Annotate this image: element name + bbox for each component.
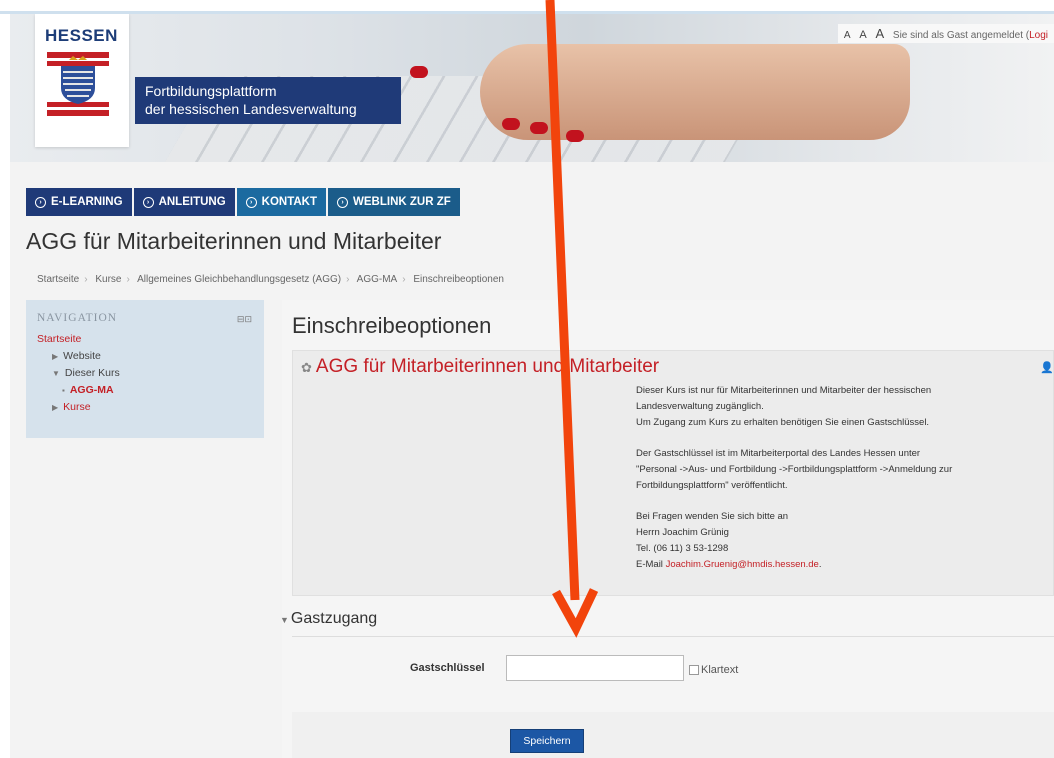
user-bar: A A A Sie sind als Gast angemeldet (Logi [837, 24, 1054, 43]
block-controls-icon[interactable]: ⊟⊡ [237, 314, 252, 325]
nav-anleitung[interactable]: › ANLEITUNG [133, 188, 235, 216]
divider [292, 636, 1054, 637]
save-button[interactable]: Speichern [510, 729, 584, 753]
plaintext-checkbox[interactable]: Klartext [689, 664, 738, 676]
plaintext-label: Klartext [701, 664, 739, 676]
navigation-title: NAVIGATION [37, 312, 118, 324]
chevron-right-icon: › [337, 196, 349, 208]
nav-item-course[interactable]: ▪ AGG-MA [37, 384, 253, 396]
guest-access-section[interactable]: ▼ Gastzugang [280, 610, 377, 628]
fingernail [530, 122, 548, 134]
font-size-large[interactable]: A [875, 26, 884, 41]
main-navigation: › E-LEARNING › ANLEITUNG › KONTAKT › WEBLINK… [26, 188, 460, 216]
fingernail [502, 118, 520, 130]
page-title: AGG für Mitarbeiterinnen und Mitarbeiter [26, 228, 442, 254]
triangle-right-icon: ▶ [52, 352, 59, 361]
collapse-icon: ▼ [280, 615, 289, 625]
nav-kontakt[interactable]: › KONTAKT [236, 188, 327, 216]
guest-access-icon: 👤 [1040, 362, 1054, 374]
breadcrumb-current: Einschreibeoptionen [413, 274, 504, 285]
font-size-medium[interactable]: A [859, 29, 866, 41]
guest-key-input[interactable] [506, 655, 684, 681]
checkbox-icon[interactable] [689, 665, 699, 675]
chevron-right-icon: › [142, 196, 154, 208]
nav-item-this-course[interactable]: ▼ Dieser Kurs [37, 367, 253, 379]
top-border [0, 0, 1054, 14]
breadcrumb-category[interactable]: Allgemeines Gleichbehandlungsgesetz (AGG… [137, 274, 341, 285]
triangle-right-icon: ▶ [52, 403, 59, 412]
guest-status: Sie sind als Gast angemeldet ( [892, 30, 1030, 41]
breadcrumb-separator: › [84, 274, 88, 285]
enrolment-heading: Einschreibeoptionen [292, 313, 492, 338]
navigation-block: NAVIGATION ⊟⊡ Startseite ▶ Website ▼ Diese… [26, 300, 264, 438]
crest-icon [47, 52, 109, 116]
form-buttons-row [292, 712, 1054, 758]
platform-title: Fortbildungsplattform der hessischen Lan… [135, 77, 401, 124]
triangle-down-icon: ▼ [52, 369, 60, 378]
contact-email-link[interactable]: Joachim.Gruenig@hmdis.hessen.de [666, 559, 819, 570]
nav-weblink[interactable]: › WEBLINK ZUR ZF [328, 188, 460, 216]
course-link[interactable]: ✿ AGG für Mitarbeiterinnen und Mitarbeite… [301, 356, 659, 378]
gear-icon: ✿ [301, 360, 312, 375]
breadcrumb-courses[interactable]: Kurse [95, 274, 121, 285]
breadcrumb-separator: › [346, 274, 350, 285]
nav-item-courses[interactable]: ▶ Kurse [37, 401, 253, 413]
breadcrumb-home[interactable]: Startseite [37, 274, 79, 285]
course-summary: Dieser Kurs ist nur für Mitarbeiterinnen… [636, 385, 953, 570]
fingernail [566, 130, 584, 142]
breadcrumb-separator: › [126, 274, 130, 285]
hessen-logo[interactable]: HESSEN [35, 14, 129, 147]
font-size-small[interactable]: A [844, 30, 851, 41]
chevron-right-icon: › [35, 196, 46, 208]
bullet-icon: ▪ [62, 386, 65, 395]
guest-key-label: Gastschlüssel [410, 662, 485, 674]
chevron-right-icon: › [245, 196, 257, 208]
breadcrumb-course[interactable]: AGG-MA [357, 274, 398, 285]
nav-item-home[interactable]: Startseite [37, 333, 253, 345]
login-link[interactable]: Logi [1029, 30, 1048, 41]
breadcrumb-separator: › [402, 274, 406, 285]
nav-item-website[interactable]: ▶ Website [37, 350, 253, 362]
nav-e-learning[interactable]: › E-LEARNING [26, 188, 132, 216]
breadcrumb: Startseite › Kurse › Allgemeines Gleichbeh… [37, 274, 504, 285]
fingernail [410, 66, 428, 78]
logo-text: HESSEN [45, 26, 118, 45]
header-banner: HESSEN Fortbildungsplattform der hessisc… [10, 14, 1054, 162]
